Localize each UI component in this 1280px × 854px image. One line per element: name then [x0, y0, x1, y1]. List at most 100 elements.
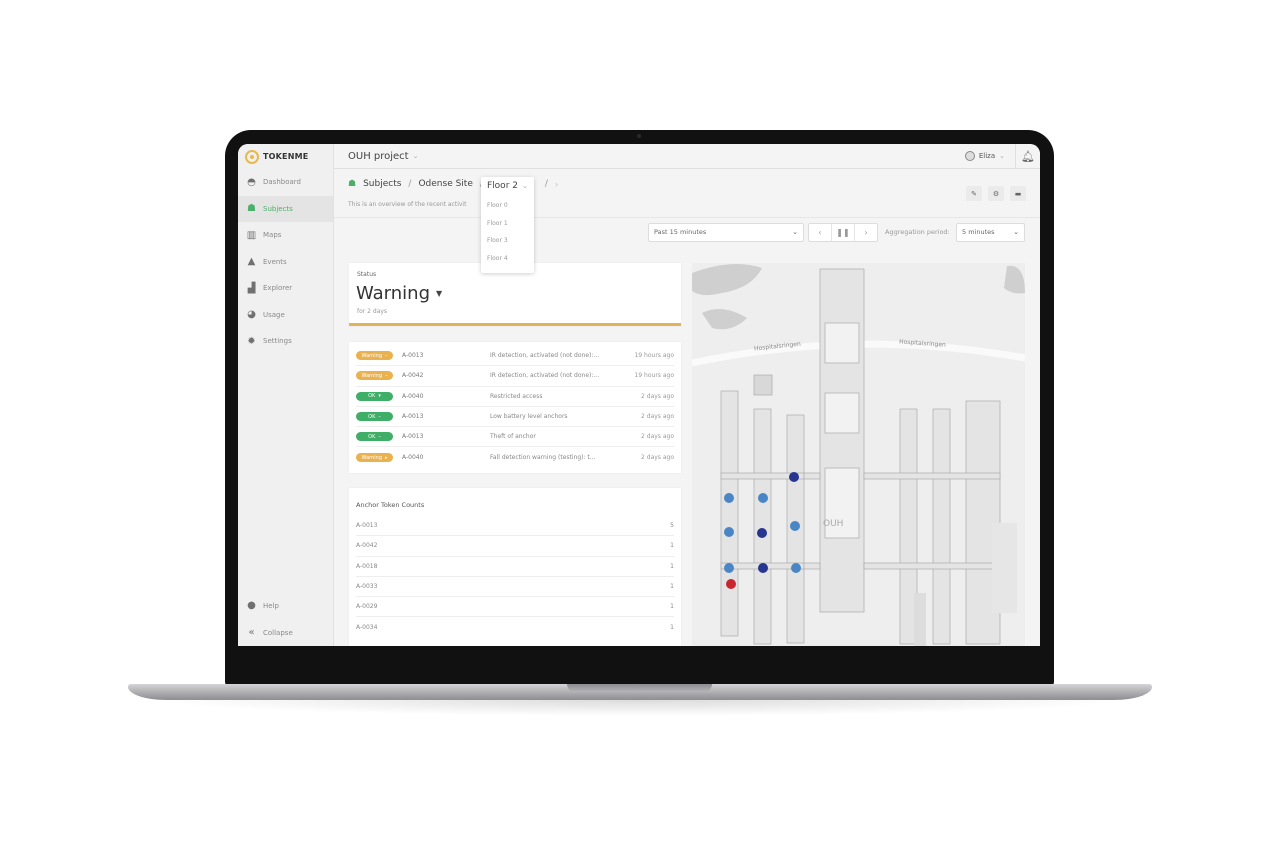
status-badge[interactable]: Warning – [356, 351, 393, 361]
events-list: Warning – A-0013 IR detection, activated … [349, 342, 681, 473]
sidebar-item-subjects[interactable]: ☗ Subjects [238, 195, 333, 222]
event-time: 2 days ago [641, 392, 674, 400]
status-badge[interactable]: OK ▾ [356, 391, 393, 401]
alert-marker-dot[interactable] [726, 579, 736, 589]
floor-selected[interactable]: Floor 2 ⌄ [481, 179, 534, 197]
event-description: Low battery level anchors [490, 413, 568, 421]
sidebar-bottom: ● Help « Collapse [238, 592, 334, 646]
count-row: A-0042 1 [356, 536, 674, 557]
sidebar-item-label: Settings [263, 337, 292, 346]
status-badge[interactable]: OK – [356, 432, 393, 442]
sidebar-item-help[interactable]: ● Help [238, 592, 334, 619]
floor-map[interactable]: Hospitalsringen Hospitalsringen OUH [692, 263, 1025, 646]
sidebar-item-label: Explorer [263, 284, 293, 293]
event-row[interactable]: Warning – A-0042 IR detection, activated … [356, 366, 674, 387]
notifications-bell-icon[interactable]: 🔔︎ [1016, 150, 1040, 163]
display-button[interactable]: ▬ [1010, 186, 1026, 201]
badge-label: OK [368, 433, 376, 440]
badge-label: OK [368, 393, 376, 400]
event-row[interactable]: OK – A-0013 Low battery level anchors 2 d… [356, 407, 674, 428]
marker-dot[interactable] [791, 563, 801, 573]
marker-dot[interactable] [724, 493, 734, 503]
collapse-icon: « [248, 627, 255, 638]
sidebar-item-collapse[interactable]: « Collapse [238, 619, 334, 646]
caret-down-icon: ▾ [378, 393, 381, 400]
previous-button[interactable]: ‹ [809, 223, 832, 241]
dash-icon: – [385, 372, 388, 379]
event-row[interactable]: OK – A-0013 Theft of anchor 2 days ago [356, 427, 674, 448]
status-badge[interactable]: Warning ▸ [356, 453, 393, 463]
floor-selected-label: Floor 2 [487, 181, 518, 191]
user-menu[interactable]: Eliza ⌄ [964, 144, 1016, 169]
marker-dot[interactable] [724, 527, 734, 537]
next-button[interactable]: › [855, 224, 877, 241]
floor-option[interactable]: Floor 3 [481, 232, 534, 250]
pause-button[interactable]: ❚❚ [832, 223, 855, 241]
event-anchor: A-0013 [402, 433, 424, 441]
event-row[interactable]: Warning – A-0013 IR detection, activated … [356, 346, 674, 367]
sidebar-item-maps[interactable]: ▥ Maps [238, 222, 333, 249]
settings-button[interactable]: ⚙ [988, 186, 1004, 201]
anchor-id: A-0013 [356, 522, 378, 530]
count-row: A-0013 5 [356, 516, 674, 537]
marker-dot[interactable] [724, 563, 734, 573]
sidebar-item-dashboard[interactable]: ◓ Dashboard [238, 169, 333, 196]
explorer-icon: ▟ [247, 282, 256, 294]
dash-icon: – [378, 413, 381, 420]
floor-option[interactable]: Floor 4 [481, 250, 534, 268]
status-badge[interactable]: OK – [356, 412, 393, 422]
anchor-id: A-0034 [356, 624, 378, 632]
status-value[interactable]: Warning ▼ [356, 283, 442, 304]
floor-dropdown[interactable]: Floor 2 ⌄ Floor 0 Floor 1 Floor 3 Floor … [481, 177, 534, 273]
sidebar-item-label: Usage [263, 310, 285, 319]
event-row[interactable]: OK ▾ A-0040 Restricted access 2 days ago [356, 387, 674, 407]
anchor-count: 1 [670, 542, 674, 550]
aggregation-select[interactable]: 5 minutes ⌄ [956, 222, 1025, 242]
status-badge[interactable]: Warning – [356, 371, 393, 381]
time-range-select[interactable]: Past 15 minutes ⌄ [648, 222, 804, 242]
breadcrumb-subjects[interactable]: Subjects [363, 179, 401, 189]
sidebar-item-settings[interactable]: ✹ Settings [238, 328, 333, 355]
marker-dot[interactable] [790, 521, 800, 531]
count-row: A-0018 1 [356, 557, 674, 577]
sidebar-item-label: Subjects [263, 204, 293, 213]
marker-dot[interactable] [757, 528, 767, 538]
usage-icon: ◕ [247, 309, 256, 321]
chevron-down-icon: ⌄ [1013, 228, 1019, 236]
anchor-token-counts: Anchor Token Counts A-0013 5 A-0042 1 A-00… [349, 488, 681, 646]
project-selector[interactable]: OUH project ⌄ [334, 151, 418, 162]
event-time: 19 hours ago [634, 352, 674, 360]
gear-icon: ⚙ [992, 189, 1000, 198]
anchor-count: 1 [670, 603, 674, 611]
breadcrumb-site[interactable]: Odense Site [418, 179, 472, 189]
brand-logo[interactable]: TOKENME [238, 144, 333, 169]
marker-dot[interactable] [789, 472, 799, 482]
marker-dot[interactable] [758, 563, 768, 573]
breadcrumb-separator: / [544, 179, 548, 189]
badge-label: Warning [361, 372, 383, 379]
brand-name: TOKENME [263, 152, 309, 161]
dashboard-icon: ◓ [247, 176, 256, 188]
chevron-down-icon: ⌄ [412, 152, 419, 160]
app-screen: TOKENME ◓ Dashboard ☗ Subjects ▥ Maps ▲ … [238, 144, 1040, 646]
sidebar-item-explorer[interactable]: ▟ Explorer [238, 275, 333, 302]
sidebar-item-label: Collapse [263, 628, 293, 637]
marker-dot[interactable] [758, 493, 768, 503]
sidebar-item-events[interactable]: ▲ Events [238, 249, 333, 276]
edit-button[interactable]: ✎ [966, 186, 982, 201]
floor-option[interactable]: Floor 1 [481, 215, 534, 233]
sidebar-item-usage[interactable]: ◕ Usage [238, 302, 333, 329]
event-row[interactable]: Warning ▸ A-0040 Fall detection warning (… [356, 447, 674, 467]
dash-icon: – [385, 352, 388, 359]
chevron-right-icon[interactable]: › [555, 180, 558, 189]
sidebar-item-label: Maps [263, 231, 282, 240]
building [720, 374, 805, 645]
badge-label: OK [368, 413, 376, 420]
map-canvas [692, 264, 1025, 646]
floor-option[interactable]: Floor 0 [481, 197, 534, 215]
header-tools: ✎ ⚙ ▬ [966, 186, 1026, 201]
event-description: IR detection, activated (not done):... [490, 372, 600, 380]
anchor-count: 5 [670, 522, 674, 530]
water-area [702, 309, 747, 330]
caret-down-icon: ▼ [436, 289, 443, 298]
